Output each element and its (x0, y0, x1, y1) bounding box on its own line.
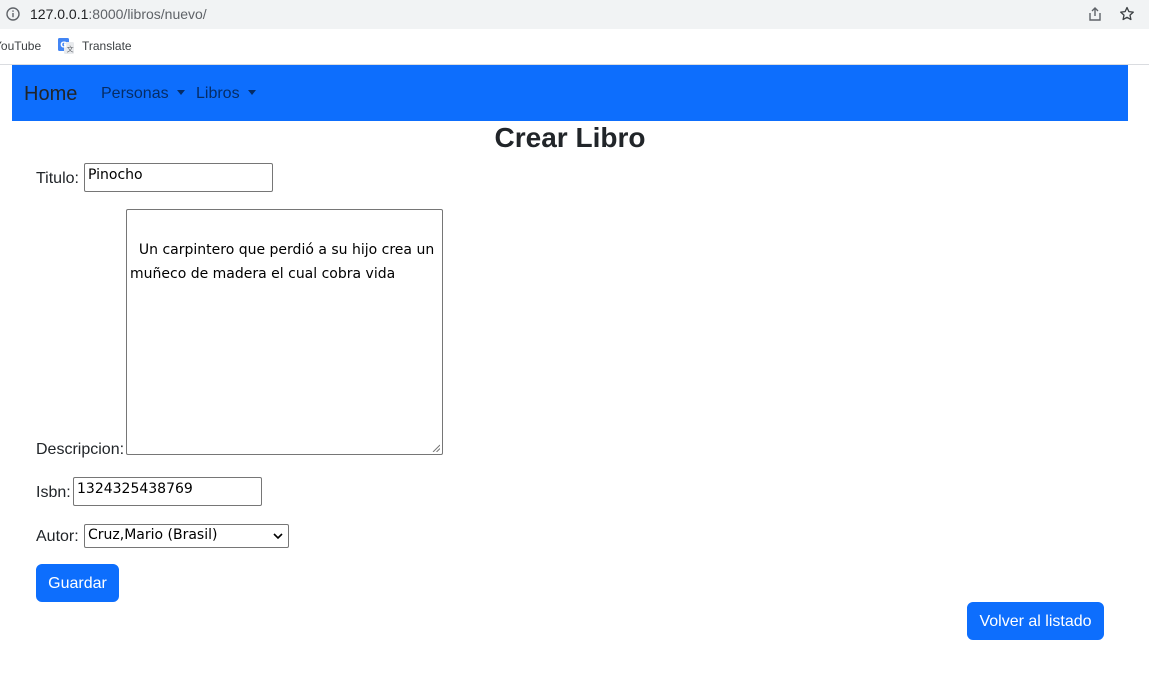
descripcion-text: Un carpintero que perdió a su hijo crea … (130, 242, 439, 282)
titulo-input[interactable]: Pinocho (84, 163, 273, 192)
chevron-down-icon (273, 533, 283, 540)
nav-personas-label: Personas (101, 85, 169, 102)
share-icon[interactable] (1087, 6, 1103, 22)
autor-select[interactable]: Cruz,Mario (Brasil) (84, 524, 289, 548)
guardar-button[interactable]: Guardar (36, 564, 119, 602)
titulo-label: Titulo: (36, 170, 79, 187)
nav-dropdown-personas[interactable]: Personas (101, 85, 185, 103)
autor-selected-value: Cruz,Mario (Brasil) (88, 527, 218, 543)
isbn-input[interactable]: 1324325438769 (73, 477, 262, 506)
navbar: Home Personas Libros (12, 65, 1128, 121)
nav-dropdown-libros[interactable]: Libros (196, 85, 256, 103)
autor-label: Autor: (36, 528, 79, 545)
volver-al-listado-button[interactable]: Volver al listado (967, 602, 1104, 640)
page-title: Crear Libro (494, 122, 646, 153)
nav-libros-label: Libros (196, 85, 240, 102)
descripcion-textarea[interactable]: Un carpintero que perdió a su hijo crea … (126, 209, 443, 455)
bookmark-star-icon[interactable] (1119, 6, 1135, 22)
url-host: 127.0.0.1 (30, 6, 89, 22)
caret-down-icon (176, 90, 185, 95)
url-path: :8000/libros/nuevo/ (88, 6, 207, 22)
bookmark-translate-label: Translate (82, 39, 132, 53)
descripcion-label: Descripcion: (36, 441, 125, 458)
google-translate-icon: G 文 (58, 38, 74, 54)
info-icon[interactable] (6, 7, 20, 21)
navbar-brand-home[interactable]: Home (24, 83, 77, 106)
svg-text:文: 文 (67, 45, 74, 54)
bookmarks-bar: YouTube G 文 Translate (0, 29, 1149, 65)
address-bar[interactable]: 127.0.0.1:8000/libros/nuevo/ (0, 0, 1149, 29)
resize-grip-icon[interactable] (432, 444, 440, 452)
caret-down-icon (247, 90, 256, 95)
bookmark-youtube[interactable]: YouTube (0, 39, 41, 53)
isbn-label: Isbn: (36, 484, 71, 501)
url-text[interactable]: 127.0.0.1:8000/libros/nuevo/ (30, 6, 207, 22)
